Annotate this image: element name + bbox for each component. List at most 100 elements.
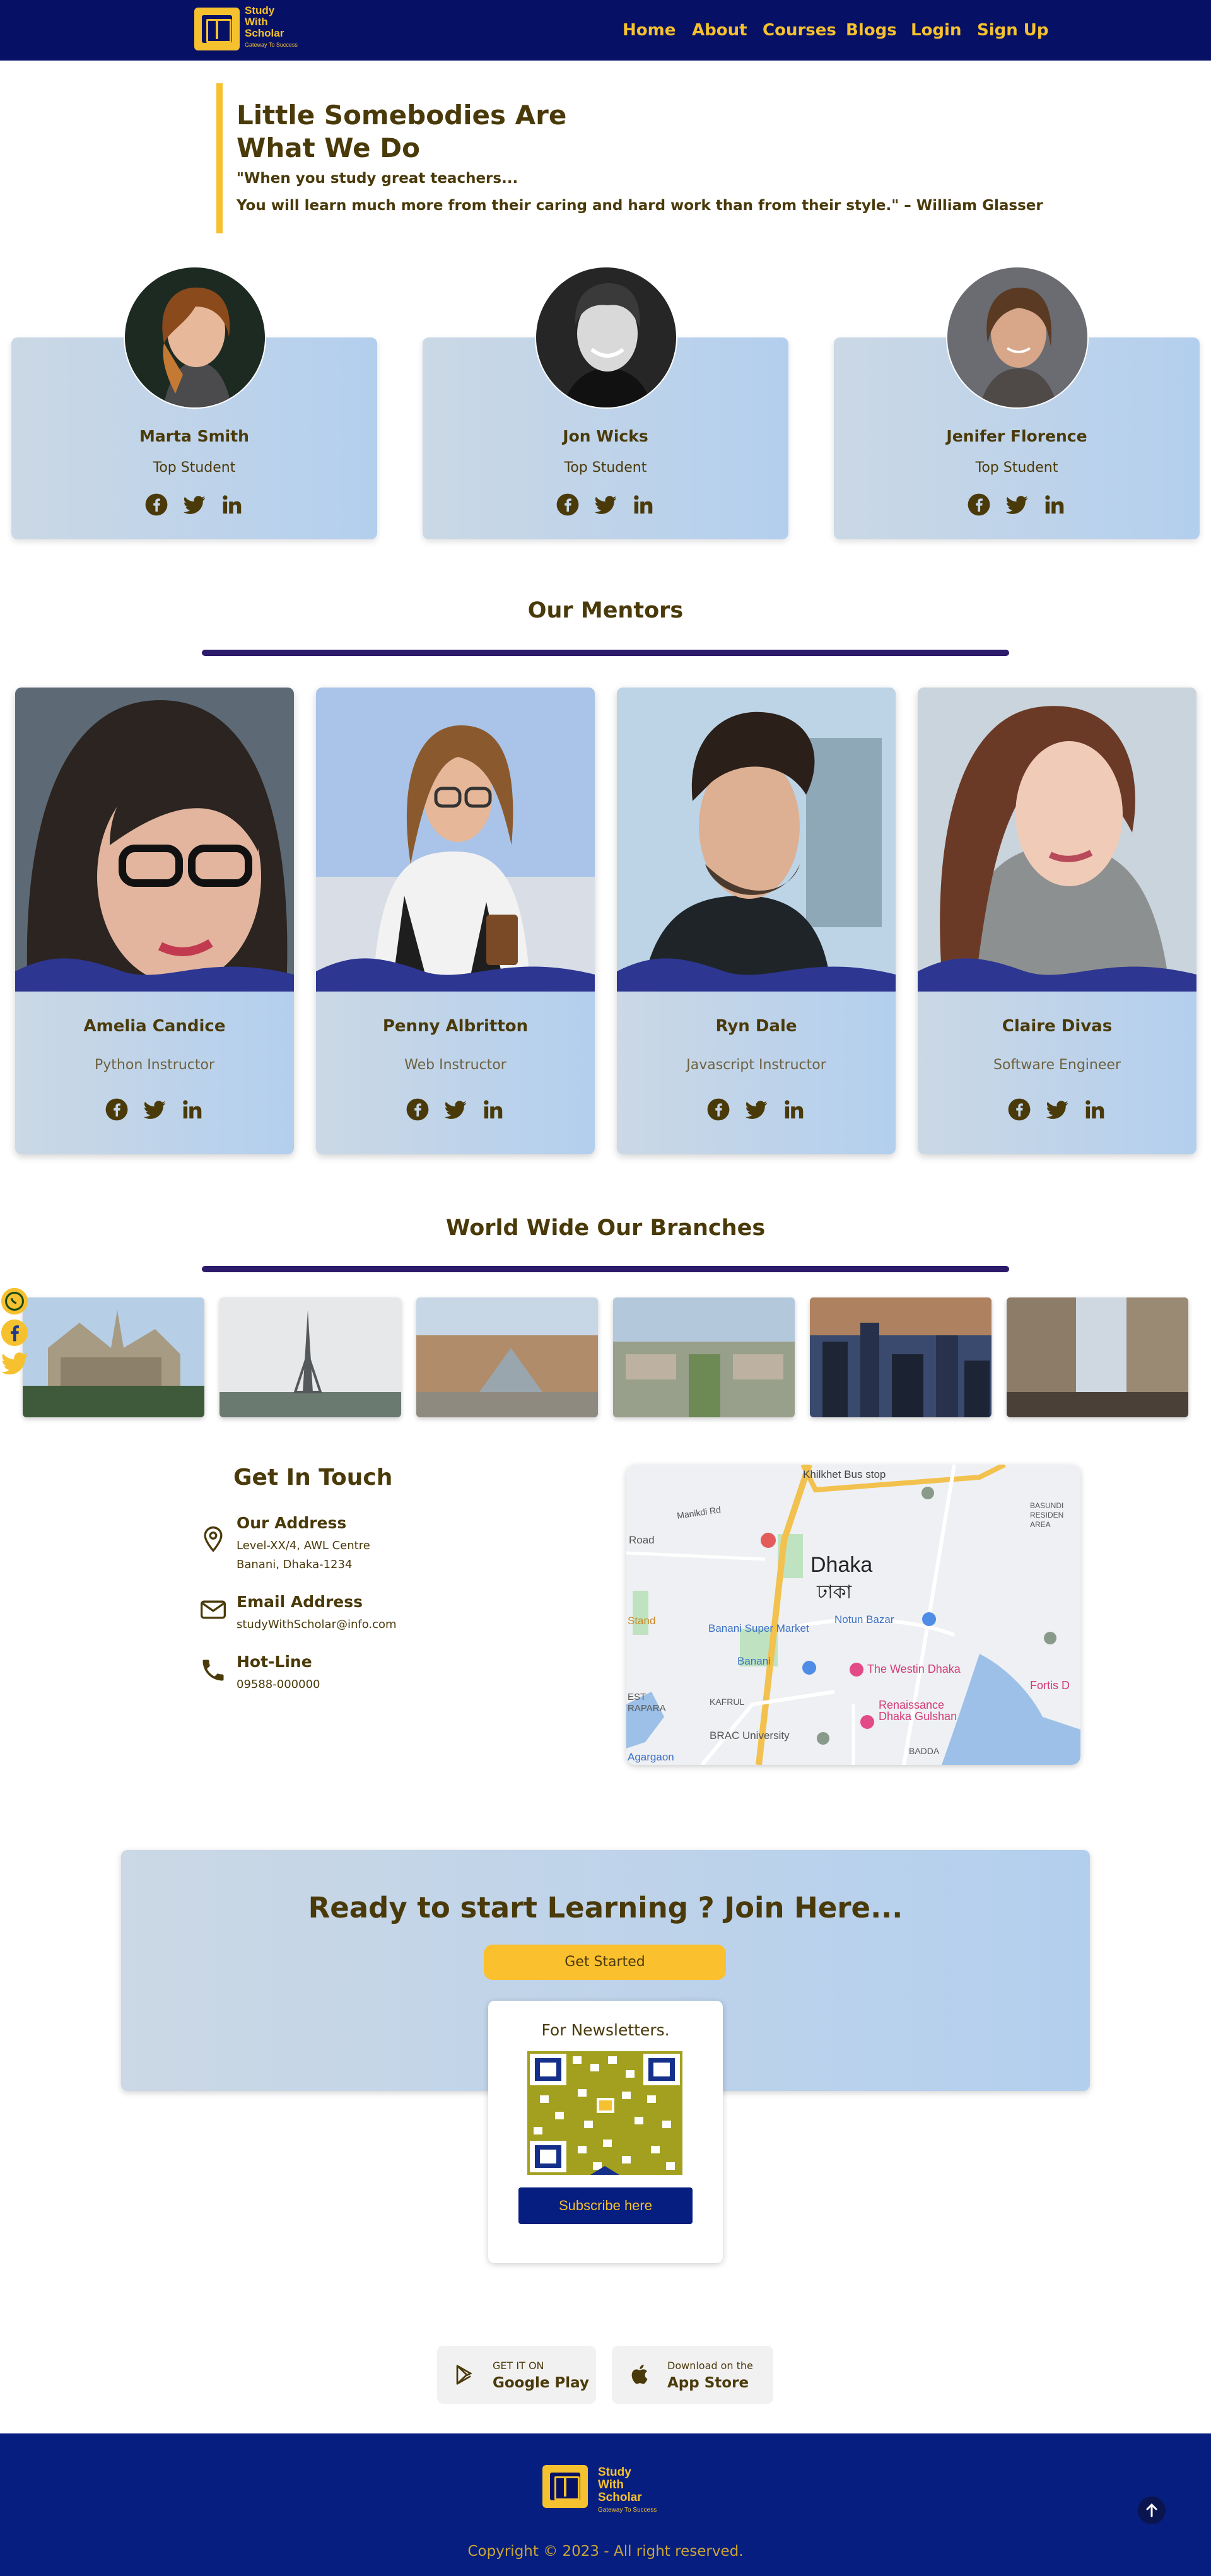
branch-photo[interactable] — [1007, 1297, 1188, 1417]
mentor-social-links — [918, 1098, 1196, 1121]
mentor-role: Software Engineer — [993, 1057, 1121, 1073]
location-map[interactable]: Khilkhet Bus stop Dhaka ঢাকা Notun Bazar… — [626, 1465, 1080, 1765]
mentor-social-links — [316, 1098, 595, 1121]
google-play-button[interactable]: GET IT ON Google Play — [437, 2346, 596, 2404]
subscribe-button[interactable]: Subscribe here — [518, 2187, 693, 2224]
linkedin-icon[interactable] — [631, 493, 655, 517]
newsletter-title: For Newsletters. — [541, 2021, 670, 2039]
twitter-icon[interactable] — [443, 1098, 467, 1121]
map-label: Dhaka — [810, 1553, 873, 1577]
linkedin-icon[interactable] — [1043, 493, 1067, 517]
mentor-role: Python Instructor — [95, 1057, 214, 1073]
map-label: Notun Bazar — [834, 1613, 894, 1625]
twitter-icon[interactable] — [143, 1098, 167, 1121]
map-label: Banani Super Market — [708, 1622, 809, 1634]
mentor-wave-shape — [15, 958, 294, 992]
twitter-icon[interactable] — [744, 1098, 768, 1121]
mail-icon — [201, 1600, 226, 1619]
map-label: Agargaon — [628, 1751, 674, 1763]
whatsapp-icon[interactable] — [0, 1287, 29, 1316]
top-navbar: Study With Scholar Gateway To Success Ho… — [0, 0, 1211, 61]
footer-brand-tagline: Gateway To Success — [598, 2507, 657, 2514]
copyright-text: Copyright © 2023 - All right reserved. — [467, 2543, 744, 2560]
map-label: KAFRUL — [710, 1697, 745, 1707]
nav-about[interactable]: About — [692, 21, 747, 40]
brand-logo-icon[interactable] — [194, 8, 240, 50]
branch-photo[interactable] — [613, 1297, 795, 1417]
student-avatar — [535, 266, 677, 409]
email-value[interactable]: studyWithScholar@info.com — [237, 1618, 397, 1631]
map-label: Banani — [737, 1655, 771, 1667]
facebook-icon[interactable] — [706, 1098, 730, 1121]
nav-blogs[interactable]: Blogs — [846, 21, 897, 40]
student-social-links — [423, 493, 788, 517]
mentor-photo — [617, 688, 896, 990]
footer-logo-icon[interactable] — [542, 2465, 588, 2508]
twitter-icon[interactable] — [594, 493, 617, 517]
nav-login[interactable]: Login — [911, 21, 961, 40]
linkedin-icon[interactable] — [220, 493, 244, 517]
mentor-photo — [918, 688, 1196, 990]
twitter-icon[interactable] — [1005, 493, 1029, 517]
facebook-icon[interactable] — [1007, 1098, 1031, 1121]
cta-heading: Ready to start Learning ? Join Here... — [308, 1891, 903, 1924]
map-label: The Westin Dhaka — [867, 1663, 961, 1675]
mentor-name: Ryn Dale — [715, 1017, 797, 1036]
linkedin-icon[interactable] — [1083, 1098, 1107, 1121]
store-caption: GET IT ON — [493, 2360, 544, 2372]
footer-brand-line1: Study — [598, 2466, 631, 2479]
map-label: Road — [629, 1534, 655, 1546]
get-started-button[interactable]: Get Started — [484, 1945, 726, 1980]
twitter-float-icon[interactable] — [0, 1349, 29, 1378]
footer-brand-line3: Scholar — [598, 2491, 642, 2504]
student-role: Top Student — [975, 460, 1058, 476]
back-to-top-button[interactable] — [1138, 2497, 1166, 2524]
student-social-links — [834, 493, 1200, 517]
mentor-wave-shape — [918, 958, 1196, 992]
facebook-icon[interactable] — [406, 1098, 430, 1121]
mentors-heading: Our Mentors — [527, 598, 684, 623]
intro-quote-line2: You will learn much more from their cari… — [237, 197, 1043, 214]
footer: Study With Scholar Gateway To Success Co… — [0, 2433, 1211, 2576]
mentor-role: Web Instructor — [404, 1057, 506, 1073]
twitter-icon[interactable] — [182, 493, 206, 517]
mentor-card: Claire Divas Software Engineer — [918, 688, 1196, 1154]
facebook-icon[interactable] — [144, 493, 168, 517]
facebook-icon[interactable] — [105, 1098, 129, 1121]
intro-title-line1: Little Somebodies Are — [237, 100, 567, 131]
apple-icon — [631, 2364, 648, 2384]
address-line2: Banani, Dhaka-1234 — [237, 1558, 353, 1571]
mentor-card: Amelia Candice Python Instructor — [15, 688, 294, 1154]
app-store-button[interactable]: Download on the App Store — [612, 2346, 773, 2404]
map-label: ঢাকা — [817, 1582, 852, 1603]
brand-name-line3: Scholar — [245, 27, 284, 39]
mentor-photo — [316, 688, 595, 990]
linkedin-icon[interactable] — [180, 1098, 204, 1121]
map-label: Khilkhet Bus stop — [803, 1468, 886, 1480]
twitter-icon[interactable] — [1045, 1098, 1069, 1121]
linkedin-icon[interactable] — [782, 1098, 806, 1121]
brand-name-line1: Study — [245, 4, 275, 16]
mentor-social-links — [15, 1098, 294, 1121]
nav-signup[interactable]: Sign Up — [977, 21, 1049, 40]
facebook-float-icon[interactable] — [0, 1318, 29, 1347]
student-role: Top Student — [564, 460, 647, 476]
linkedin-icon[interactable] — [481, 1098, 505, 1121]
branch-photo[interactable] — [219, 1297, 401, 1417]
facebook-icon[interactable] — [967, 493, 991, 517]
map-label: Renaissance Dhaka Gulshan — [879, 1699, 957, 1723]
footer-brand-line2: With — [598, 2478, 624, 2491]
facebook-icon[interactable] — [556, 493, 580, 517]
phone-value[interactable]: 09588-000000 — [237, 1678, 320, 1691]
location-pin-icon — [204, 1526, 223, 1552]
nav-home[interactable]: Home — [623, 21, 676, 40]
mentor-wave-shape — [316, 958, 595, 992]
qr-code-icon[interactable] — [527, 2051, 682, 2175]
nav-courses[interactable]: Courses — [763, 21, 836, 40]
branch-photo[interactable] — [23, 1297, 204, 1417]
map-label: BADDA — [909, 1746, 940, 1756]
mentor-wave-shape — [617, 958, 896, 992]
store-name: Google Play — [493, 2375, 589, 2391]
branch-photo[interactable] — [810, 1297, 992, 1417]
branch-photo[interactable] — [416, 1297, 598, 1417]
